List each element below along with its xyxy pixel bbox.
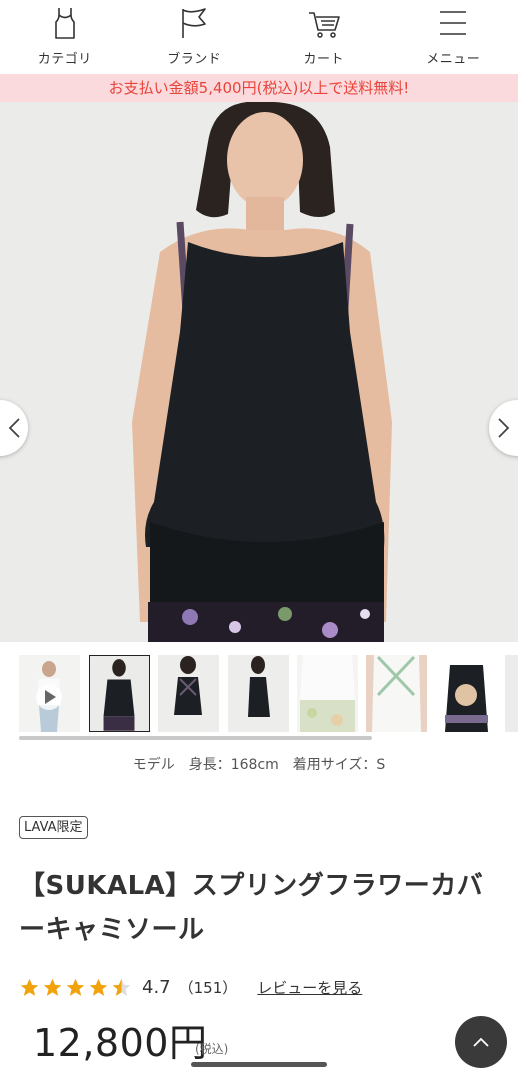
thumbnail-scrollbar[interactable] [19, 736, 372, 740]
tank-top-icon [54, 8, 75, 39]
home-indicator[interactable] [191, 1062, 327, 1067]
star-full-icon [66, 978, 85, 996]
thumbnail-side[interactable] [228, 655, 289, 732]
chevron-up-icon [473, 1037, 489, 1047]
nav-cart[interactable]: カート [259, 0, 389, 74]
thumbnail-more[interactable] [505, 655, 518, 732]
nav-cart-label: カート [303, 52, 344, 67]
product-price: 12,800円 [33, 1021, 208, 1065]
product-main-photo [0, 102, 518, 642]
view-reviews-link[interactable]: レビューを見る [257, 977, 362, 998]
product-rating: 4.7 （151） レビューを見る [19, 974, 362, 1000]
thumbnail-front[interactable] [89, 655, 150, 732]
thumbnail-white-front[interactable] [297, 655, 358, 732]
white-front-thumbnail-image [297, 655, 358, 732]
thumbnail-back[interactable] [158, 655, 219, 732]
product-image-carousel[interactable] [0, 102, 518, 642]
nav-category[interactable]: カテゴリ [0, 0, 130, 74]
nav-brand-label: ブランド [167, 52, 222, 67]
top-navigation: カテゴリ ブランド カート メニュー [0, 0, 518, 74]
product-title: 【SUKALA】スプリングフラワーカバーキャミソール [19, 871, 484, 945]
nav-menu-label: メニュー [426, 52, 481, 67]
chevron-left-icon [8, 418, 20, 438]
thumbnail-video[interactable] [19, 655, 80, 732]
nav-category-label: カテゴリ [37, 52, 92, 67]
front-thumbnail-image [90, 656, 149, 731]
back-thumbnail-image [158, 655, 219, 732]
star-full-icon [43, 978, 62, 996]
side-thumbnail-image [228, 655, 289, 732]
star-half-icon [112, 978, 131, 996]
model-info: モデル 身長：168cm 着用サイズ：S [132, 757, 386, 773]
thumbnail-black-flat[interactable] [436, 655, 497, 732]
thumbnail-white-back[interactable] [366, 655, 427, 732]
white-back-thumbnail-image [366, 655, 427, 732]
more-thumbnail-image [505, 655, 518, 732]
video-thumbnail-image [19, 655, 80, 732]
cart-icon [308, 12, 340, 38]
rating-stars [19, 977, 132, 998]
tax-included-note: (税込) [195, 1042, 229, 1056]
rating-value: 4.7 [142, 976, 171, 998]
lava-limited-badge: LAVA限定 [19, 816, 88, 839]
thumbnail-strip[interactable] [0, 652, 518, 738]
scroll-to-top-button[interactable] [455, 1016, 507, 1068]
chevron-right-icon [498, 418, 510, 438]
hamburger-menu-icon [440, 11, 467, 35]
rating-count: （151） [178, 978, 238, 997]
flag-icon [182, 8, 207, 38]
nav-menu[interactable]: メニュー [389, 0, 518, 74]
black-flat-thumbnail-image [436, 655, 497, 732]
star-full-icon [20, 978, 39, 996]
free-shipping-banner: お支払い金額5,400円(税込)以上で送料無料! [0, 74, 518, 102]
nav-brand[interactable]: ブランド [130, 0, 260, 74]
star-full-icon [89, 978, 108, 996]
